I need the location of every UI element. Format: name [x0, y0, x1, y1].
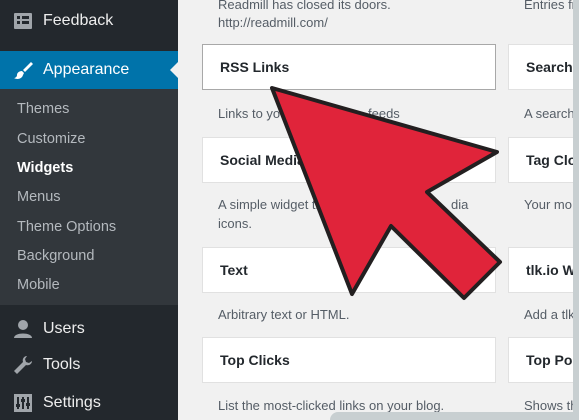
pointer-arrow-icon	[270, 86, 502, 300]
pointer-arrow-shape	[270, 86, 502, 300]
